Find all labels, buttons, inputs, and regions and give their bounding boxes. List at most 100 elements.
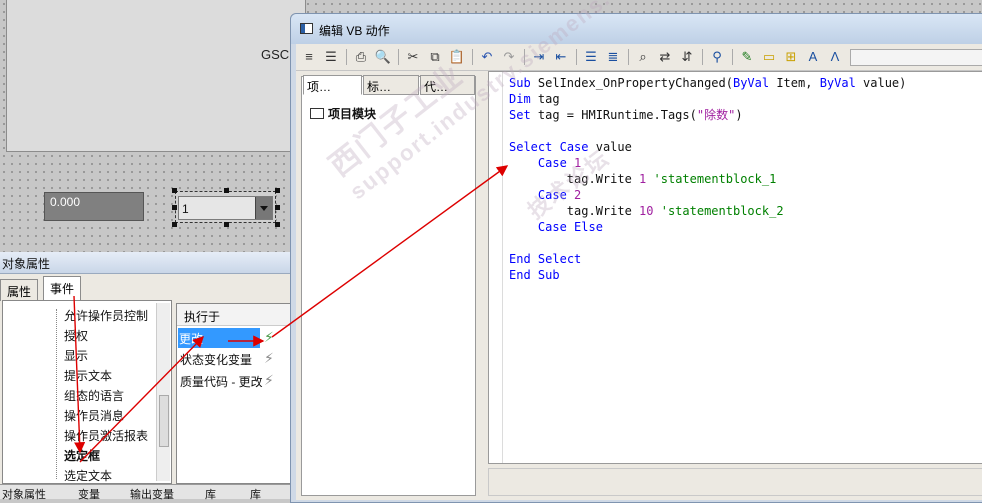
combo-box-field[interactable]: 1 bbox=[178, 196, 273, 220]
code-token: Item, bbox=[769, 76, 820, 90]
io-field[interactable]: 0.000 bbox=[44, 192, 144, 221]
bottom-tab[interactable]: 变量 bbox=[78, 486, 100, 502]
object-properties-title: 对象属性 bbox=[0, 252, 292, 274]
tree-root-project-module[interactable]: 项目模块 bbox=[310, 105, 376, 122]
selection-handle[interactable] bbox=[275, 188, 280, 193]
align-icon[interactable]: ☰ bbox=[322, 48, 340, 66]
lightning-icon[interactable]: ⚡ bbox=[264, 372, 274, 389]
copy-icon[interactable]: ⧉ bbox=[426, 48, 444, 66]
keyword: Sub bbox=[509, 76, 531, 90]
keyword: End bbox=[509, 268, 531, 282]
tab-project[interactable]: 项… bbox=[303, 75, 362, 95]
vb-action-icon[interactable]: ⚡ bbox=[264, 329, 274, 346]
add-folder-icon[interactable]: ⊞ bbox=[782, 48, 800, 66]
status-bar bbox=[488, 468, 982, 496]
keyword: Select bbox=[509, 140, 553, 154]
code-gutter bbox=[489, 72, 503, 463]
scrollbar-thumb[interactable] bbox=[159, 395, 169, 447]
code-editor[interactable]: Sub SelIndex_OnPropertyChanged(ByVal Ite… bbox=[488, 71, 982, 464]
undo-icon[interactable]: ↶ bbox=[478, 48, 496, 66]
list-members-icon[interactable]: ≡ bbox=[300, 48, 318, 66]
keyword: Select bbox=[537, 252, 582, 266]
tree-item[interactable]: 选定文本 bbox=[64, 467, 112, 484]
screen-rectangle bbox=[6, 0, 306, 152]
dialog-body: ≡ ☰ ⎙ 🔍 ✂ ⧉ 📋 ↶ ↷ ⇥ ⇤ ☰ ≣ ⌕ ⇄ ⇵ ⚲ ✎ ▭ ⊞ … bbox=[296, 44, 982, 500]
outdent-icon[interactable]: ⇤ bbox=[552, 48, 570, 66]
tree-scrollbar[interactable] bbox=[156, 303, 170, 481]
tree-item[interactable]: 提示文本 bbox=[64, 367, 112, 384]
tree-item[interactable]: 操作员激活报表 bbox=[64, 427, 148, 444]
combo-dropdown-button[interactable] bbox=[255, 197, 272, 219]
tree-item-selected[interactable]: 选定框 bbox=[64, 447, 100, 464]
tab-tags[interactable]: 标… bbox=[363, 75, 419, 95]
event-row-change[interactable]: 更改 bbox=[178, 328, 260, 348]
dialog-titlebar[interactable]: 编辑 VB 动作 bbox=[291, 14, 982, 44]
paste-icon[interactable]: 📋 bbox=[448, 48, 466, 66]
tab-properties[interactable]: 属性 bbox=[0, 279, 39, 301]
keyword: ByVal bbox=[732, 76, 770, 90]
vb-action-dialog: 编辑 VB 动作 ≡ ☰ ⎙ 🔍 ✂ ⧉ 📋 ↶ ↷ ⇥ ⇤ ☰ ≣ ⌕ ⇄ ⇵ bbox=[290, 13, 982, 503]
tab-tags-label: 标… bbox=[367, 80, 392, 94]
event-row[interactable]: 状态变化变量 bbox=[180, 351, 252, 368]
bottom-tab[interactable]: 输出变量 bbox=[130, 486, 174, 502]
keyword: Case bbox=[559, 140, 589, 154]
find-icon[interactable]: ⌕ bbox=[634, 48, 652, 66]
tree-item[interactable]: 授权 bbox=[64, 327, 88, 344]
indent-icon[interactable]: ⇥ bbox=[530, 48, 548, 66]
open-folder-icon[interactable]: ▭ bbox=[760, 48, 778, 66]
tab-project-label: 项… bbox=[307, 80, 332, 94]
bottom-tab[interactable]: 对象属性 bbox=[2, 486, 46, 502]
uncomment-icon[interactable]: ≣ bbox=[604, 48, 622, 66]
info-icon[interactable]: ✎ bbox=[738, 48, 756, 66]
code-token: value bbox=[588, 140, 632, 154]
keyword: ByVal bbox=[819, 76, 856, 90]
tree-line bbox=[56, 309, 57, 479]
redo-icon[interactable]: ↷ bbox=[500, 48, 518, 66]
keyword: Case bbox=[537, 220, 567, 234]
number-literal: 10 bbox=[639, 204, 654, 218]
trigger-icon[interactable]: Λ bbox=[826, 48, 844, 66]
font-icon[interactable]: A bbox=[804, 48, 822, 66]
code-token: ) bbox=[735, 108, 743, 122]
keyword: Sub bbox=[537, 268, 560, 282]
lightning-icon[interactable]: ⚡ bbox=[264, 350, 274, 367]
selection-handle[interactable] bbox=[172, 188, 177, 193]
toolbar-separator bbox=[472, 49, 473, 65]
toolbar-separator bbox=[628, 49, 629, 65]
module-icon bbox=[310, 108, 324, 119]
print-preview-icon[interactable]: 🔍 bbox=[374, 48, 392, 66]
toolbar-separator bbox=[524, 49, 525, 65]
print-icon[interactable]: ⎙ bbox=[352, 48, 370, 66]
tab-code[interactable]: 代… bbox=[420, 75, 475, 95]
tree-item[interactable]: 操作员消息 bbox=[64, 407, 124, 424]
keyword: Dim bbox=[509, 92, 531, 106]
tree-item[interactable]: 组态的语言 bbox=[64, 387, 124, 404]
dialog-title: 编辑 VB 动作 bbox=[319, 24, 390, 38]
selection-handle[interactable] bbox=[275, 222, 280, 227]
keyword: Case bbox=[537, 188, 567, 202]
code-text[interactable]: Sub SelIndex_OnPropertyChanged(ByVal Ite… bbox=[509, 75, 906, 283]
comment-icon[interactable]: ☰ bbox=[582, 48, 600, 66]
combo-box[interactable]: 1 bbox=[175, 191, 276, 223]
selection-handle[interactable] bbox=[224, 188, 229, 193]
tree-root-label: 项目模块 bbox=[328, 107, 377, 121]
selection-handle[interactable] bbox=[172, 222, 177, 227]
replace-icon[interactable]: ⇄ bbox=[656, 48, 674, 66]
event-row[interactable]: 质量代码 - 更改 bbox=[180, 373, 263, 390]
toolbar: ≡ ☰ ⎙ 🔍 ✂ ⧉ 📋 ↶ ↷ ⇥ ⇤ ☰ ≣ ⌕ ⇄ ⇵ ⚲ ✎ ▭ ⊞ … bbox=[296, 44, 982, 71]
bottom-tab[interactable]: 库 bbox=[205, 486, 216, 502]
tree-item[interactable]: 显示 bbox=[64, 347, 88, 364]
tab-events[interactable]: 事件 bbox=[43, 276, 82, 301]
code-comment: 'statementblock_2 bbox=[660, 204, 784, 218]
event-list-header: 执行于 bbox=[177, 304, 293, 326]
bottom-tab[interactable]: 库 bbox=[250, 486, 261, 502]
toolbar-input[interactable] bbox=[850, 49, 982, 66]
cut-icon[interactable]: ✂ bbox=[404, 48, 422, 66]
selection-handle[interactable] bbox=[224, 222, 229, 227]
tab-code-label: 代… bbox=[424, 80, 449, 94]
selection-handle[interactable] bbox=[172, 205, 177, 210]
goto-icon[interactable]: ⇵ bbox=[678, 48, 696, 66]
selection-handle[interactable] bbox=[275, 205, 280, 210]
tree-item[interactable]: 允许操作员控制 bbox=[64, 307, 148, 324]
syntax-check-icon[interactable]: ⚲ bbox=[708, 48, 726, 66]
